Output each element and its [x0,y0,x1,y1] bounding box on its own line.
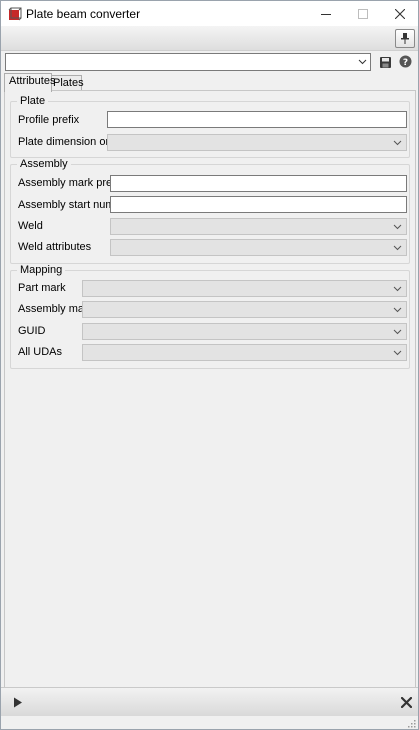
window-title: Plate beam converter [26,7,141,21]
all-udas-label: All UDAs [18,346,63,358]
top-toolbar [1,26,418,51]
assembly-mark-dropdown[interactable] [82,301,407,318]
part-mark-dropdown[interactable] [82,280,407,297]
maximize-icon [358,8,368,19]
cancel-x-icon[interactable] [401,697,412,708]
pin-icon [401,33,409,44]
weld-label: Weld [18,220,43,232]
assembly-start-number-input[interactable] [110,196,407,213]
bottom-toolbar [1,687,418,716]
close-button[interactable] [382,1,418,26]
chevron-down-icon [358,59,367,65]
plate-beam-app-icon [8,7,22,21]
profile-prefix-input[interactable] [107,111,407,128]
assembly-mark-prefix-label: Assembly mark prefix [18,177,124,189]
minimize-button[interactable] [308,1,344,26]
pin-button[interactable] [395,29,415,48]
app-window: Plate beam converter ? Attributes Plates… [0,0,419,730]
resize-grip-icon[interactable] [406,718,416,728]
mapping-group-title: Mapping [17,264,66,277]
chevron-down-icon [393,286,402,292]
chevron-down-icon [393,350,402,356]
profile-prefix-label: Profile prefix [18,114,80,126]
assembly-group-title: Assembly [17,158,71,171]
chevron-down-icon [393,140,402,146]
close-icon [395,8,405,19]
assembly-mark-prefix-input[interactable] [110,175,407,192]
chevron-down-icon [393,307,402,313]
preset-row: ? [1,51,418,73]
title-bar: Plate beam converter [1,1,418,26]
plate-group-title: Plate [17,95,49,108]
assembly-group: Assembly Assembly mark prefix Assembly s… [10,158,410,264]
guid-label: GUID [18,325,46,337]
plate-group: Plate Profile prefix Plate dimension ord… [10,95,410,158]
weld-dropdown[interactable] [110,218,407,235]
status-bar [1,716,418,729]
chevron-down-icon [393,329,402,335]
weld-attributes-label: Weld attributes [18,241,92,253]
part-mark-label: Part mark [18,282,66,294]
save-icon[interactable] [380,57,391,68]
minimize-icon [321,13,331,15]
weld-attributes-dropdown[interactable] [110,239,407,256]
tab-strip: Attributes Plates [1,73,418,92]
help-icon[interactable]: ? [399,55,412,68]
preset-combobox[interactable] [5,53,371,71]
chevron-down-icon [393,224,402,230]
mapping-group: Mapping Part mark Assembly mark GUID All… [10,264,410,369]
plate-dimension-order-dropdown[interactable] [107,134,407,151]
maximize-button[interactable] [345,1,381,26]
guid-dropdown[interactable] [82,323,407,340]
chevron-down-icon [393,245,402,251]
svg-text:?: ? [403,58,408,68]
play-icon[interactable] [13,697,23,708]
all-udas-dropdown[interactable] [82,344,407,361]
attributes-panel: Plate Profile prefix Plate dimension ord… [4,90,416,688]
tab-attributes[interactable]: Attributes [4,73,55,92]
